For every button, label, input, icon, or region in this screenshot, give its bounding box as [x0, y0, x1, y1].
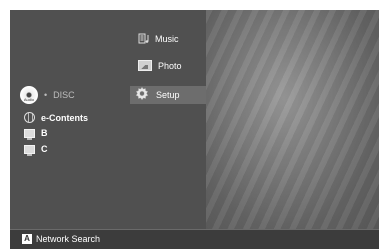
- menu-item-e-contents[interactable]: e-Contents: [24, 112, 88, 123]
- menu-item-device-b[interactable]: B: [24, 128, 48, 140]
- menu-item-disc[interactable]: Audio • DISC: [20, 86, 75, 104]
- disc-separator: •: [44, 90, 48, 100]
- globe-icon: [24, 112, 35, 123]
- disc-icon: Audio: [20, 86, 38, 104]
- menu-item-photo[interactable]: Photo: [138, 60, 182, 71]
- menu-item-disc-label: DISC: [53, 90, 75, 100]
- network-search-label: Network Search: [36, 234, 101, 244]
- menu-item-music-label: Music: [155, 33, 179, 44]
- photo-icon: [138, 60, 152, 71]
- screen: Music Photo Setup Audio • DISC e-Content…: [0, 0, 379, 249]
- home-menu: Music Photo Setup Audio • DISC e-Content…: [10, 10, 379, 249]
- bottom-bar: A Network Search: [10, 230, 379, 249]
- gear-icon: [134, 86, 150, 104]
- menu-panel: Music Photo Setup Audio • DISC e-Content…: [10, 10, 206, 229]
- menu-item-device-b-label: B: [41, 128, 48, 138]
- menu-item-device-c-label: C: [41, 144, 48, 154]
- menu-item-photo-label: Photo: [158, 60, 182, 71]
- network-search-hint[interactable]: A Network Search: [22, 234, 100, 244]
- menu-item-setup[interactable]: Setup: [130, 86, 206, 104]
- menu-item-e-contents-label: e-Contents: [41, 112, 88, 123]
- preview-panel: [206, 10, 379, 229]
- disc-type-label: Audio: [23, 97, 35, 102]
- device-icon: [24, 128, 35, 140]
- music-icon: [138, 33, 149, 44]
- menu-item-music[interactable]: Music: [138, 33, 179, 44]
- a-button-icon: A: [22, 234, 32, 244]
- menu-item-device-c[interactable]: C: [24, 144, 48, 156]
- menu-item-setup-label: Setup: [156, 90, 180, 100]
- device-icon: [24, 144, 35, 156]
